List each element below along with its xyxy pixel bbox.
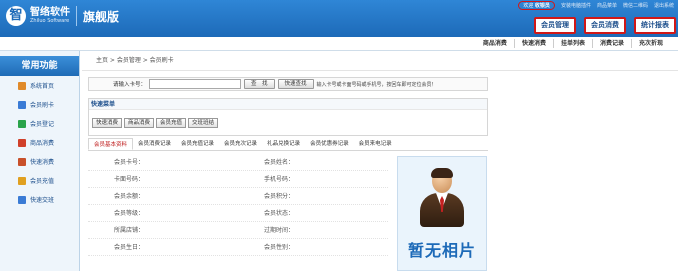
sub-quick-consume[interactable]: 快速消费 xyxy=(513,39,553,48)
sidebar-item-home[interactable]: 系统首页 xyxy=(0,76,79,95)
quick-search-button[interactable]: 快速查找 xyxy=(277,79,314,89)
member-photo: 暂无相片 xyxy=(397,156,487,271)
product-menu-link[interactable]: 商品菜单 xyxy=(597,2,617,9)
member-info-table: 会员卡号： 会员姓名： 卡面号码： 手机号码： 会员余额： 会员积分： 会员等级… xyxy=(88,154,388,256)
search-bar: 请输入卡号： 查 找 快速查找 输入卡号或卡面号码或手机号，按回车即可定位会员！ xyxy=(88,77,488,91)
main-content: 主页 > 会员管理 > 会员刷卡 请输入卡号： 查 找 快速查找 输入卡号或卡面… xyxy=(82,51,678,271)
field-label: 会员生日： xyxy=(113,244,144,251)
field-label: 会员姓名： xyxy=(263,159,294,166)
info-row: 卡面号码： 手机号码： xyxy=(88,171,388,188)
sidebar: 常用功能 系统首页 会员刷卡 会员登记 商品消费 快速消费 会员充值 快速交班 xyxy=(0,51,80,271)
member-tabs: 会员基本资料 会员消费记录 会员充值记录 会员充次记录 礼品兑换记录 会员优惠券… xyxy=(88,138,488,151)
product-consume-button[interactable]: 商品消费 xyxy=(124,118,155,128)
info-row: 所属店铺： 过期时间： xyxy=(88,222,388,239)
breadcrumb: 主页 > 会员管理 > 会员刷卡 xyxy=(82,51,678,71)
card-number-label: 请输入卡号： xyxy=(112,82,146,88)
field-label: 手机号码： xyxy=(263,176,294,183)
person-avatar-icon xyxy=(417,168,467,229)
field-label: 会员卡号： xyxy=(113,159,144,166)
header: 智 智络软件 Zhiluo Software 旗舰版 欢迎 收银员 安装电脑插件… xyxy=(0,0,678,37)
quick-menu: 快速菜单 快速消费 商品消费 会员充值 交班班结 xyxy=(88,98,488,136)
sidebar-item-shift-handover[interactable]: 快速交班 xyxy=(0,190,79,209)
member-card-icon xyxy=(18,100,26,109)
sub-pending-orders[interactable]: 挂单列表 xyxy=(552,39,592,48)
field-label: 卡面号码： xyxy=(113,176,144,183)
tab-gift-records[interactable]: 礼品兑换记录 xyxy=(262,138,305,150)
handover-icon xyxy=(18,195,26,204)
search-hint: 输入卡号或卡面号码或手机号，按回车即可定位会员！ xyxy=(316,81,437,88)
logo-divider xyxy=(76,6,77,26)
recharge-icon xyxy=(18,176,26,185)
info-row: 会员等级： 会员状态： xyxy=(88,205,388,222)
register-icon xyxy=(18,119,26,128)
no-photo-label: 暂无相片 xyxy=(407,241,476,260)
top-links: 欢迎 收银员 安装电脑插件 商品菜单 微信二维码 退出系统 xyxy=(518,0,674,10)
welcome-user: 欢迎 收银员 xyxy=(518,0,555,10)
product-icon xyxy=(18,138,26,147)
sidebar-item-recharge[interactable]: 会员充值 xyxy=(0,171,79,190)
member-recharge-button[interactable]: 会员充值 xyxy=(156,118,187,128)
card-number-input[interactable] xyxy=(149,79,241,89)
info-row: 会员生日： 会员性别： xyxy=(88,239,388,256)
sub-toolbar: 商品消费 快速消费 挂单列表 消费记录 充次折现 xyxy=(0,37,678,51)
field-label: 会员状态： xyxy=(263,210,294,217)
install-plugin-link[interactable]: 安装电脑插件 xyxy=(561,2,591,9)
tab-coupon-records[interactable]: 会员优惠券记录 xyxy=(305,138,354,150)
logout-link[interactable]: 退出系统 xyxy=(654,2,674,9)
field-label: 会员等级： xyxy=(113,210,144,217)
nav-member-consume[interactable]: 会员消费 xyxy=(584,17,626,34)
quick-menu-title: 快速菜单 xyxy=(89,99,487,110)
nav-statistics[interactable]: 统计报表 xyxy=(634,17,676,34)
quick-consume-icon xyxy=(18,157,26,166)
sub-recharge-times[interactable]: 充次折现 xyxy=(630,39,670,48)
edition-label: 旗舰版 xyxy=(83,9,120,24)
current-user: 收银员 xyxy=(534,2,550,9)
field-label: 会员积分： xyxy=(263,193,294,200)
search-button[interactable]: 查 找 xyxy=(244,79,275,89)
nav-member-management[interactable]: 会员管理 xyxy=(534,17,576,34)
home-icon xyxy=(18,81,26,90)
sidebar-item-product-consume[interactable]: 商品消费 xyxy=(0,133,79,152)
field-label: 会员性别： xyxy=(263,244,294,251)
brand-en: Zhiluo Software xyxy=(30,18,70,24)
logo-mark-icon: 智 xyxy=(6,6,26,26)
brand-logo: 智 智络软件 Zhiluo Software 旗舰版 xyxy=(6,6,119,26)
tab-times-records[interactable]: 会员充次记录 xyxy=(219,138,262,150)
sidebar-item-swipe-card[interactable]: 会员刷卡 xyxy=(0,95,79,114)
field-label: 会员余额： xyxy=(113,193,144,200)
field-label: 过期时间： xyxy=(263,227,294,234)
shift-close-button[interactable]: 交班班结 xyxy=(188,118,219,128)
sub-product-consume[interactable]: 商品消费 xyxy=(476,39,514,48)
main-nav: 会员管理 会员消费 统计报表 xyxy=(534,17,676,34)
brand-name: 智络软件 xyxy=(30,7,70,18)
sidebar-title: 常用功能 xyxy=(0,56,79,76)
tab-call-records[interactable]: 会员来电记录 xyxy=(354,138,397,150)
tab-consume-records[interactable]: 会员消费记录 xyxy=(133,138,176,150)
info-row: 会员余额： 会员积分： xyxy=(88,188,388,205)
field-label: 所属店铺： xyxy=(113,227,144,234)
sidebar-item-register[interactable]: 会员登记 xyxy=(0,114,79,133)
sidebar-item-quick-consume[interactable]: 快速消费 xyxy=(0,152,79,171)
info-row: 会员卡号： 会员姓名： xyxy=(88,154,388,171)
sub-consume-records[interactable]: 消费记录 xyxy=(591,39,631,48)
tab-recharge-records[interactable]: 会员充值记录 xyxy=(176,138,219,150)
quick-consume-button[interactable]: 快速消费 xyxy=(92,118,123,128)
tab-basic-info[interactable]: 会员基本资料 xyxy=(88,138,134,150)
wechat-qrcode-link[interactable]: 微信二维码 xyxy=(623,2,648,9)
